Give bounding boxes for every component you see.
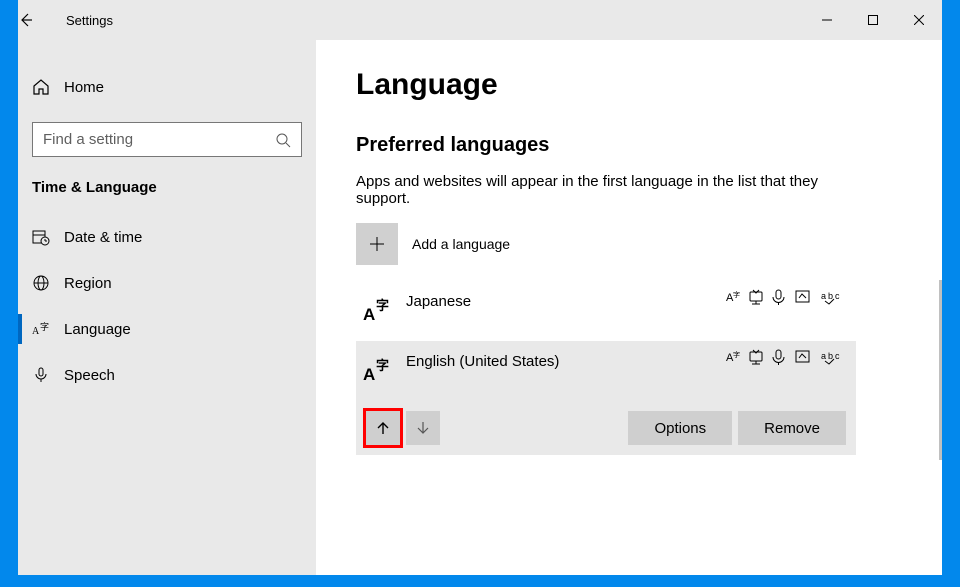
svg-text:字: 字 — [733, 350, 742, 359]
plus-icon — [356, 223, 398, 265]
calendar-clock-icon — [32, 228, 64, 246]
sidebar-item-label: Language — [64, 321, 131, 338]
svg-text:字: 字 — [376, 298, 389, 313]
options-button[interactable]: Options — [628, 411, 732, 445]
sidebar-category: Time & Language — [18, 179, 316, 214]
sidebar-item-region[interactable]: Region — [18, 260, 316, 306]
language-actions: Options Remove — [356, 401, 856, 455]
svg-text:A: A — [363, 365, 375, 384]
move-up-button[interactable] — [366, 411, 400, 445]
home-icon — [32, 78, 64, 96]
sidebar-home-label: Home — [64, 79, 104, 96]
add-language-label: Add a language — [412, 236, 510, 252]
page-title: Language — [356, 68, 902, 102]
svg-text:字: 字 — [733, 290, 742, 299]
sidebar: Home Find a setting Time & Language Date… — [18, 40, 316, 575]
sidebar-item-label: Region — [64, 275, 112, 292]
globe-icon — [32, 274, 64, 292]
content-area: Language Preferred languages Apps and we… — [316, 40, 942, 575]
svg-text:abc: abc — [821, 291, 842, 301]
settings-window: Settings Home Find a setting Time & Lang… — [18, 0, 942, 575]
language-features: A字 abc — [726, 289, 846, 305]
sidebar-item-date-time[interactable]: Date & time — [18, 214, 316, 260]
search-placeholder: Find a setting — [43, 131, 275, 148]
sidebar-item-language[interactable]: A字 Language — [18, 306, 316, 352]
language-item-english-us[interactable]: A字 English (United States) A字 abc — [356, 341, 856, 401]
svg-text:abc: abc — [821, 351, 842, 361]
svg-text:A: A — [32, 326, 40, 337]
search-icon — [275, 132, 291, 148]
back-button[interactable] — [18, 12, 66, 28]
add-language-button[interactable]: Add a language — [356, 223, 902, 265]
sidebar-item-label: Speech — [64, 367, 115, 384]
svg-text:A: A — [363, 305, 375, 324]
svg-text:字: 字 — [376, 358, 389, 373]
section-heading: Preferred languages — [356, 134, 902, 157]
sidebar-item-speech[interactable]: Speech — [18, 352, 316, 398]
search-input[interactable]: Find a setting — [32, 122, 302, 157]
move-down-button[interactable] — [406, 411, 440, 445]
close-button[interactable] — [896, 0, 942, 40]
language-features: A字 abc — [726, 349, 846, 365]
microphone-icon — [32, 366, 64, 384]
language-icon: A字 — [32, 320, 64, 338]
language-icon: A字 — [362, 293, 406, 325]
language-name: English (United States) — [406, 353, 559, 370]
remove-button[interactable]: Remove — [738, 411, 846, 445]
window-controls — [804, 0, 942, 40]
minimize-button[interactable] — [804, 0, 850, 40]
sidebar-item-label: Date & time — [64, 229, 142, 246]
titlebar: Settings — [18, 0, 942, 40]
section-description: Apps and websites will appear in the fir… — [356, 173, 846, 207]
window-title: Settings — [66, 13, 113, 28]
language-name: Japanese — [406, 293, 471, 310]
language-item-japanese[interactable]: A字 Japanese A字 abc — [356, 281, 856, 341]
svg-text:字: 字 — [40, 321, 49, 332]
maximize-button[interactable] — [850, 0, 896, 40]
scrollbar[interactable] — [939, 280, 942, 460]
language-icon: A字 — [362, 353, 406, 385]
sidebar-home[interactable]: Home — [18, 70, 316, 104]
